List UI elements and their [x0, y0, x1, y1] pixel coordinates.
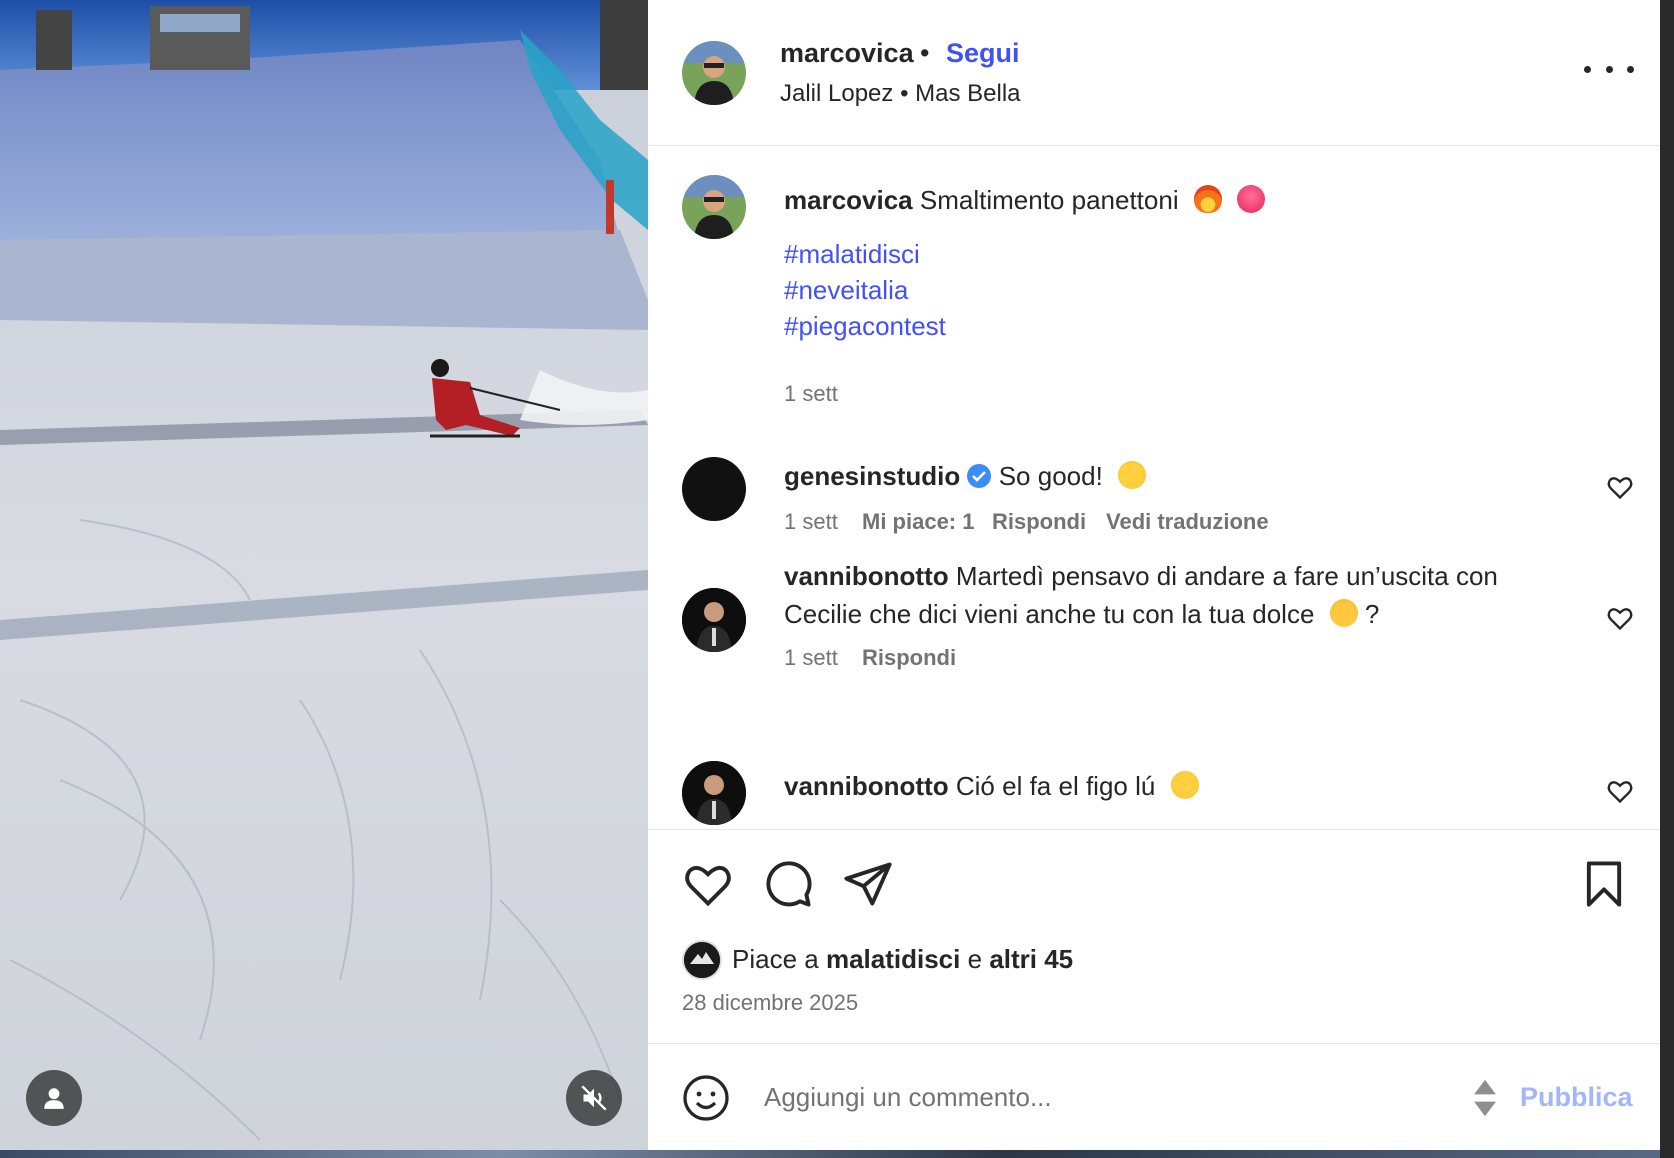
user-icon: [44, 1088, 64, 1109]
commenter-avatar[interactable]: [682, 588, 746, 652]
star-struck-emoji-icon: [1118, 461, 1147, 489]
see-translation-button[interactable]: Vedi traduzione: [1106, 509, 1269, 535]
comment-text: vannibonotto Ció el fa el figo lú: [784, 767, 1199, 805]
post-date[interactable]: 28 dicembre 2025: [682, 990, 858, 1016]
caption-author-avatar[interactable]: [682, 175, 746, 239]
fire-emoji-icon: [1193, 185, 1222, 213]
post-details-panel: marcovica • Segui Jalil Lopez • Mas Bell…: [648, 0, 1660, 1150]
author-photo: [682, 175, 746, 239]
like-comment-heart-icon[interactable]: [1606, 604, 1634, 632]
author-photo: [682, 41, 746, 105]
post-modal: marcovica • Segui Jalil Lopez • Mas Bell…: [0, 0, 1674, 1158]
publish-button[interactable]: Pubblica: [1520, 1082, 1633, 1113]
comments-list[interactable]: marcovica Smaltimento panettoni #malatid…: [648, 147, 1660, 829]
hashtag-piegacontest[interactable]: #piegacontest: [784, 311, 946, 342]
like-comment-heart-icon[interactable]: [1606, 473, 1634, 501]
comment-username[interactable]: genesinstudio: [784, 461, 960, 491]
like-heart-icon[interactable]: [682, 858, 734, 910]
comment-username[interactable]: vannibonotto: [784, 771, 949, 801]
grinning-sweat-emoji-icon: [1170, 771, 1199, 799]
speaker-muted-icon: [581, 1085, 607, 1111]
more-dot-icon: [1605, 65, 1613, 73]
audio-track[interactable]: Jalil Lopez • Mas Bella: [780, 80, 1021, 108]
likes-others[interactable]: altri 45: [989, 944, 1073, 974]
likes-middle: e: [967, 944, 983, 974]
likes-summary: Piace a malatidisci e altri 45: [732, 944, 1073, 975]
comment-text: genesinstudio So good!: [784, 457, 1147, 495]
comment-time[interactable]: 1 sett: [784, 509, 838, 535]
caption-username[interactable]: marcovica: [784, 185, 913, 215]
comment-username[interactable]: vannibonotto: [784, 561, 949, 591]
comment-body: Ció el fa el figo lú: [955, 771, 1156, 801]
bookmark-icon[interactable]: [1578, 858, 1630, 910]
caption-text: marcovica Smaltimento panettoni: [784, 181, 1266, 219]
likes-user[interactable]: malatidisci: [826, 944, 960, 974]
reply-button[interactable]: Rispondi: [992, 509, 1086, 535]
author-username[interactable]: marcovica: [780, 38, 914, 69]
emoji-picker-icon[interactable]: [682, 1074, 730, 1122]
tagged-users-button[interactable]: [26, 1070, 82, 1126]
post-header: marcovica • Segui Jalil Lopez • Mas Bell…: [648, 0, 1660, 146]
commenter-avatar[interactable]: [682, 457, 746, 521]
commenter-photo: [682, 588, 746, 652]
blonde-person-emoji-icon: [1329, 599, 1358, 627]
comment-body-line2: Cecilie che dici vieni anche tu con la t…: [784, 599, 1315, 629]
liker-avatar[interactable]: [682, 940, 722, 980]
caption-time[interactable]: 1 sett: [784, 381, 838, 407]
comment-body-line1: Martedì pensavo di andare a fare un’usci…: [955, 561, 1498, 591]
liker-logo: [684, 942, 720, 978]
ski-slope-image: [0, 0, 648, 1150]
comment-body: So good!: [998, 461, 1103, 491]
commenter-avatar[interactable]: [682, 761, 746, 825]
comment-time[interactable]: 1 sett: [784, 645, 838, 671]
background-strip: [0, 1150, 1674, 1158]
like-comment-heart-icon[interactable]: [1606, 777, 1634, 805]
reply-button[interactable]: Rispondi: [862, 645, 956, 671]
post-actions: Piace a malatidisci e altri 45 28 dicemb…: [648, 829, 1660, 1043]
more-dot-icon: [1627, 65, 1634, 73]
commenter-photo: [682, 761, 746, 825]
author-avatar[interactable]: [682, 41, 746, 105]
comment-input[interactable]: Aggiungi un commento...: [764, 1082, 1052, 1113]
comment-composer: Aggiungi un commento... Pubblica: [648, 1043, 1660, 1150]
background-edge: [1660, 0, 1674, 1158]
heart-emoji-icon: [1237, 185, 1266, 213]
comment-text: vannibonotto Martedì pensavo di andare a…: [784, 557, 1584, 633]
share-send-icon[interactable]: [842, 858, 894, 910]
likes-prefix: Piace a: [732, 944, 819, 974]
resize-handle-icon[interactable]: [1472, 1078, 1498, 1118]
more-dot-icon: [1584, 65, 1591, 73]
comment-likes[interactable]: Mi piace: 1: [862, 509, 974, 535]
follow-button[interactable]: Segui: [946, 38, 1020, 69]
mute-button[interactable]: [566, 1070, 622, 1126]
hashtag-neveitalia[interactable]: #neveitalia: [784, 275, 908, 306]
more-options-button[interactable]: [1584, 54, 1634, 84]
hashtag-malatidisci[interactable]: #malatidisci: [784, 239, 920, 270]
comment-bubble-icon[interactable]: [762, 858, 814, 910]
header-separator: •: [920, 38, 930, 68]
caption-body: Smaltimento panettoni: [919, 185, 1179, 215]
verified-badge-icon: [967, 464, 992, 488]
post-video[interactable]: [0, 0, 648, 1150]
comment-body-end: ?: [1364, 599, 1380, 629]
